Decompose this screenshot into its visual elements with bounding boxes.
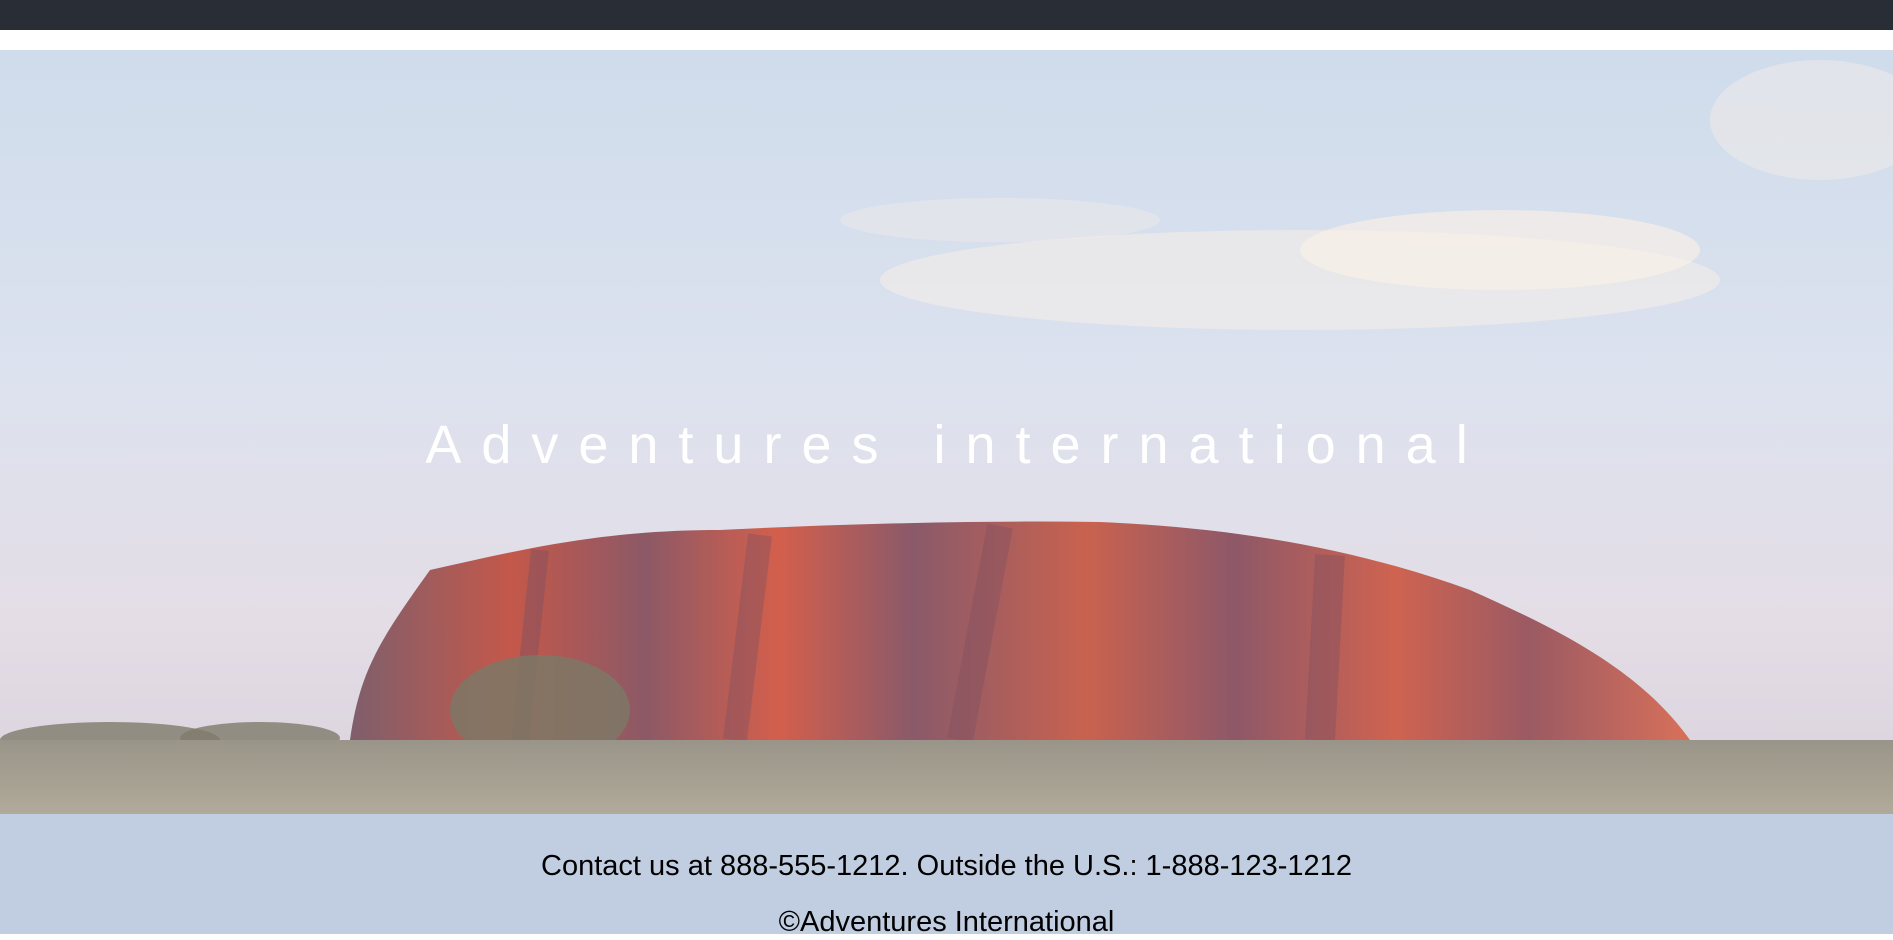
hero-banner: Adventures international	[0, 50, 1893, 814]
contact-info: Contact us at 888-555-1212. Outside the …	[541, 850, 1352, 882]
top-navigation-bar	[0, 0, 1893, 30]
copyright-notice: ©Adventures International	[778, 906, 1115, 938]
page-footer: Contact us at 888-555-1212. Outside the …	[0, 814, 1893, 938]
hero-title: Adventures international	[425, 415, 1488, 475]
